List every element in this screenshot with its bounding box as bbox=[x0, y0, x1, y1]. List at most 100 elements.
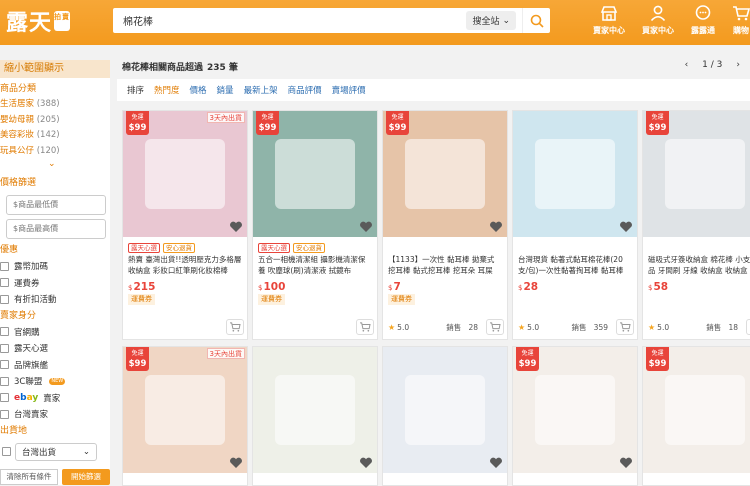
free-shipping-tag: 免運 $99 bbox=[516, 347, 539, 371]
heart-icon[interactable] bbox=[619, 221, 633, 233]
category-item[interactable]: 玩具公仔 (120) bbox=[0, 144, 110, 160]
expand-chevron-icon[interactable]: ⌄ bbox=[0, 159, 110, 171]
search-input[interactable] bbox=[113, 15, 467, 26]
checkbox-icon[interactable] bbox=[2, 447, 11, 456]
chevron-down-icon: ⌄ bbox=[82, 446, 90, 457]
product-badges: 露天心選 安心退貨 bbox=[253, 237, 377, 254]
product-image[interactable]: 免運 $99 3天內出貨 bbox=[123, 347, 247, 473]
next-page-icon[interactable]: › bbox=[736, 60, 740, 70]
price-max-input[interactable]: $商品最高價 bbox=[6, 219, 106, 239]
product-image[interactable]: 免運 $99 bbox=[643, 347, 750, 473]
product-card[interactable]: 免運 $99 bbox=[512, 346, 638, 486]
search-bar: 搜全站 ⌄ bbox=[113, 8, 550, 33]
heart-icon[interactable] bbox=[489, 457, 503, 469]
product-meta bbox=[123, 315, 247, 339]
product-image[interactable]: 免運 $99 bbox=[643, 111, 750, 237]
product-image[interactable] bbox=[253, 347, 377, 473]
product-image[interactable] bbox=[383, 347, 507, 473]
sort-newest[interactable]: 最新上架 bbox=[244, 84, 278, 96]
chevron-down-icon: ⌄ bbox=[502, 15, 510, 26]
product-title[interactable]: 台灣現貨 黏著式黏耳棉花棒(20支/包)一次性黏著掏耳棒 黏耳棒 bbox=[513, 254, 637, 276]
product-image[interactable]: 免運 $99 3天內出貨 bbox=[123, 111, 247, 237]
store-icon bbox=[600, 6, 618, 21]
product-card[interactable]: 免運 $99 3天內出貨 bbox=[122, 346, 248, 486]
product-image[interactable] bbox=[513, 111, 637, 237]
checkbox-icon bbox=[0, 376, 9, 386]
search-scope-label: 搜全站 bbox=[472, 17, 500, 27]
product-card[interactable]: 免運 $99 bbox=[642, 346, 750, 486]
offers-title: 優惠 bbox=[0, 245, 19, 255]
seller-checkbox[interactable]: 品牌旗艦 bbox=[0, 357, 110, 374]
product-card[interactable] bbox=[252, 346, 378, 486]
product-image[interactable]: 免運 $99 bbox=[383, 111, 507, 237]
heart-icon[interactable] bbox=[229, 221, 243, 233]
sort-store-rating[interactable]: 賣場評價 bbox=[332, 84, 366, 96]
offer-checkbox[interactable]: 運費券 bbox=[0, 275, 110, 292]
cart-icon bbox=[733, 6, 750, 21]
seller-center-link[interactable]: 賣家中心 bbox=[593, 4, 625, 36]
product-title[interactable]: 【1133】一次性 黏耳棒 拋棄式 挖耳棒 黏式挖耳棒 挖耳朵 耳屎 bbox=[383, 254, 507, 276]
heart-icon[interactable] bbox=[359, 457, 373, 469]
offer-checkbox[interactable]: 露幣加碼 bbox=[0, 258, 110, 275]
prev-page-icon[interactable]: ‹ bbox=[685, 60, 689, 70]
chat-link[interactable]: 露露通 bbox=[691, 4, 715, 36]
seller-checkbox[interactable]: 台灣賣家 bbox=[0, 406, 110, 423]
buyer-center-link[interactable]: 買家中心 bbox=[642, 4, 674, 36]
rating-value: 5.0 bbox=[657, 322, 670, 332]
filter-sidebar: 縮小範圍顯示 商品分類 生活居家 (388) 嬰幼母親 (205) 美容彩妝 (… bbox=[0, 60, 110, 485]
product-photo bbox=[535, 374, 615, 446]
category-item[interactable]: 嬰幼母親 (205) bbox=[0, 113, 110, 129]
search-button[interactable] bbox=[522, 8, 550, 33]
heart-icon[interactable] bbox=[229, 457, 243, 469]
sold-count: 銷售 28 bbox=[446, 322, 478, 332]
add-to-cart-icon[interactable] bbox=[746, 319, 750, 335]
heart-icon[interactable] bbox=[619, 457, 633, 469]
origin-select[interactable]: 台灣出貨 ⌄ bbox=[15, 442, 97, 461]
category-item[interactable]: 美容彩妝 (142) bbox=[0, 128, 110, 144]
product-title[interactable]: 熱賣 臺灣出貨!!透明壓克力多格層收納盒 彩妝口紅筆刷化妝棉棒 bbox=[123, 254, 247, 276]
price-min-input[interactable]: $商品最低價 bbox=[6, 195, 106, 215]
coupon-badge: 運費券 bbox=[388, 294, 415, 305]
add-to-cart-icon[interactable] bbox=[486, 319, 504, 335]
product-card[interactable]: 免運 $99 【1133】一次性 黏耳棒 拋棄式 挖耳棒 黏式挖耳棒 挖耳朵 耳屎 $… bbox=[382, 110, 508, 340]
rating-value: 5.0 bbox=[527, 322, 540, 332]
product-title[interactable]: 磁吸式牙簽收納盒 棉花棒 小支飾品 牙間刷 牙線 收納盒 收納盒 bbox=[643, 254, 750, 276]
heart-icon[interactable] bbox=[359, 221, 373, 233]
sort-bar: 排序 熱門度 價格 銷量 最新上架 商品評價 賣場評價 bbox=[117, 79, 750, 101]
apply-filters-button[interactable]: 開始篩選 bbox=[62, 469, 110, 485]
seller-checkbox[interactable]: 官網購 bbox=[0, 324, 110, 341]
cart-link[interactable]: 購物 bbox=[732, 4, 750, 36]
sort-popular[interactable]: 熱門度 bbox=[154, 84, 180, 96]
badge-choice: 露天心選 bbox=[258, 243, 290, 253]
product-image[interactable]: 免運 $99 bbox=[253, 111, 377, 237]
product-photo bbox=[405, 138, 485, 210]
add-to-cart-icon[interactable] bbox=[616, 319, 634, 335]
seller-checkbox[interactable]: 露天心選 bbox=[0, 340, 110, 357]
sort-sales[interactable]: 銷量 bbox=[217, 84, 234, 96]
product-card[interactable]: 免運 $99 露天心選 安心退貨 五合一相機清潔組 攝影機清潔保養 吹塵球(刷)清潔液 … bbox=[252, 110, 378, 340]
product-card[interactable]: 免運 $99 磁吸式牙簽收納盒 棉花棒 小支飾品 牙間刷 牙線 收納盒 收納盒 $58… bbox=[642, 110, 750, 340]
add-to-cart-icon[interactable] bbox=[226, 319, 244, 335]
product-photo bbox=[665, 138, 745, 210]
product-image[interactable]: 免運 $99 bbox=[513, 347, 637, 473]
product-photo bbox=[275, 374, 355, 446]
seller-checkbox[interactable]: 3C聯盟 NEW bbox=[0, 373, 110, 390]
search-scope-select[interactable]: 搜全站 ⌄ bbox=[466, 11, 516, 30]
site-logo[interactable]: 露天 拍賣 bbox=[6, 5, 71, 37]
checkbox-icon bbox=[0, 343, 9, 353]
seller-checkbox[interactable]: ebay 賣家 bbox=[0, 390, 110, 407]
offer-checkbox[interactable]: 有折扣活動 bbox=[0, 291, 110, 308]
sort-product-rating[interactable]: 商品評價 bbox=[288, 84, 322, 96]
category-item[interactable]: 生活居家 (388) bbox=[0, 97, 110, 113]
add-to-cart-icon[interactable] bbox=[356, 319, 374, 335]
product-title[interactable]: 五合一相機清潔組 攝影機清潔保養 吹塵球(刷)清潔液 拭鏡布 bbox=[253, 254, 377, 276]
product-photo bbox=[275, 138, 355, 210]
badge-return: 安心退貨 bbox=[293, 243, 325, 253]
product-card[interactable] bbox=[382, 346, 508, 486]
sort-price[interactable]: 價格 bbox=[190, 84, 207, 96]
star-icon: ★ bbox=[648, 322, 656, 332]
heart-icon[interactable] bbox=[489, 221, 503, 233]
clear-filters-button[interactable]: 清除所有條件 bbox=[0, 469, 58, 485]
product-card[interactable]: 免運 $99 3天內出貨 露天心選 安心退貨 熱賣 臺灣出貨!!透明壓克力多格層收納盒 彩… bbox=[122, 110, 248, 340]
product-card[interactable]: 台灣現貨 黏著式黏耳棉花棒(20支/包)一次性黏著掏耳棒 黏耳棒 $28 ★ 5.0 銷… bbox=[512, 110, 638, 340]
